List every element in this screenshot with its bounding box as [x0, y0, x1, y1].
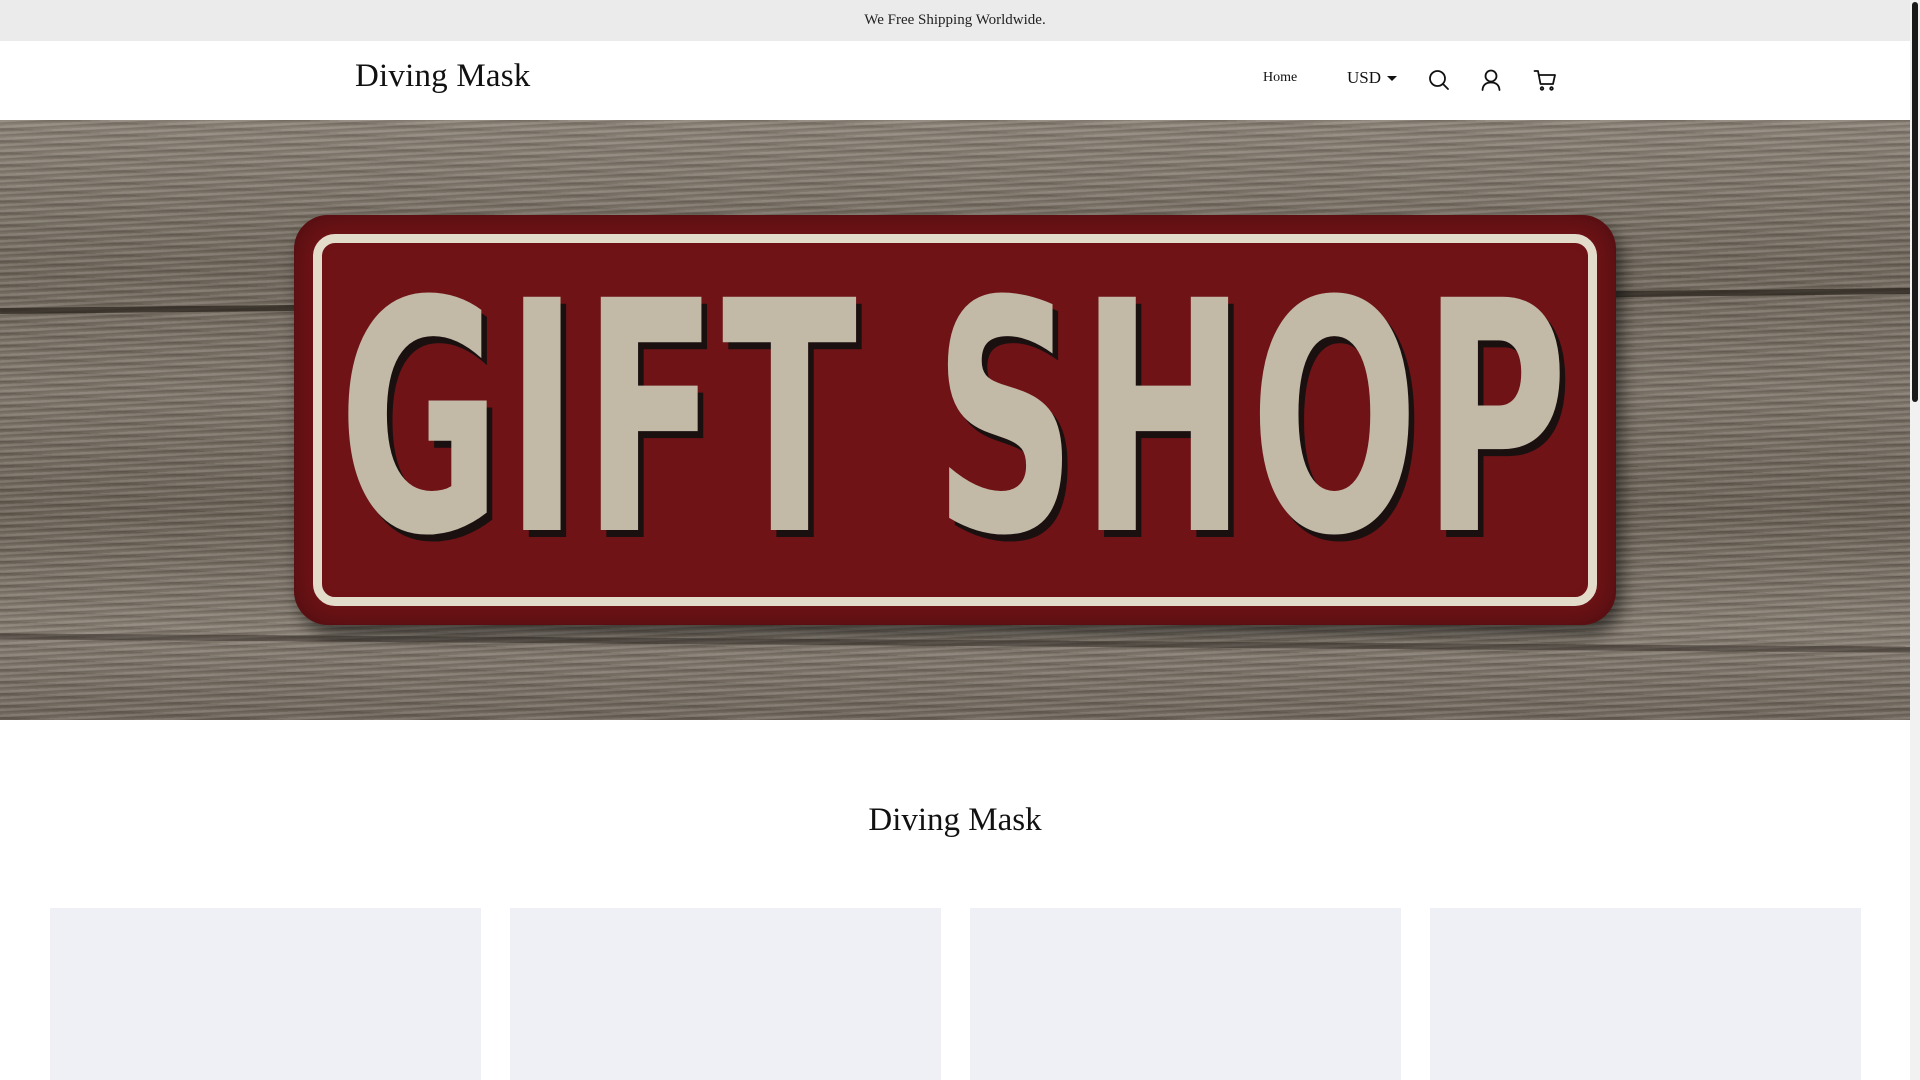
collection-title: Diving Mask	[868, 802, 1042, 838]
nav-item-home[interactable]: Home	[1263, 70, 1297, 86]
search-button[interactable]	[1426, 67, 1452, 93]
store-logo[interactable]: Diving Mask	[355, 58, 530, 95]
user-icon	[1481, 69, 1501, 91]
sign-text: GIFT SHOP	[338, 234, 1572, 606]
currency-label: USD	[1347, 68, 1382, 87]
product-card[interactable]	[50, 908, 481, 1080]
announcement-bar: We Free Shipping Worldwide.	[0, 0, 1910, 41]
currency-selector[interactable]: USD	[1347, 68, 1398, 88]
scrollbar[interactable]	[1910, 0, 1920, 1080]
search-icon	[1429, 70, 1449, 90]
scrollbar-thumb[interactable]	[1912, 2, 1918, 402]
caret-down-icon	[1387, 75, 1398, 81]
site-header: Diving Mask Home USD	[0, 41, 1910, 120]
page: We Free Shipping Worldwide. Diving Mask …	[0, 0, 1920, 1080]
cart-button[interactable]	[1532, 67, 1558, 93]
account-button[interactable]	[1478, 67, 1504, 93]
product-card[interactable]	[1430, 908, 1861, 1080]
product-card[interactable]	[970, 908, 1401, 1080]
wood-plank-gap	[0, 633, 1910, 653]
cart-icon	[1533, 70, 1556, 91]
announcement-text: We Free Shipping Worldwide.	[864, 12, 1046, 28]
hero-banner: GIFT SHOP	[0, 120, 1910, 720]
gift-shop-sign: GIFT SHOP	[294, 215, 1616, 625]
product-card[interactable]	[510, 908, 941, 1080]
